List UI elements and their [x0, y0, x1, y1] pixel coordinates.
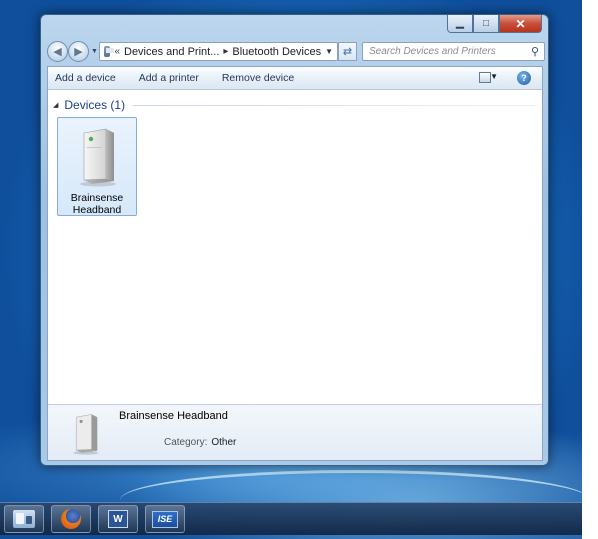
minimize-icon: ▁: [456, 18, 464, 29]
remove-device-button[interactable]: Remove device: [222, 72, 294, 84]
firefox-icon: [61, 509, 81, 529]
add-device-button[interactable]: Add a device: [55, 72, 116, 84]
breadcrumb-devices-and-printers[interactable]: Devices and Print...: [124, 46, 219, 58]
taskbar-devices-and-printers[interactable]: [4, 505, 44, 533]
device-name-line2: Headband: [72, 204, 122, 216]
forward-arrow-icon: ▶: [74, 46, 83, 58]
group-title: Devices (1): [64, 98, 126, 112]
category-label: Category:: [164, 437, 208, 448]
ise-icon: ISE: [152, 510, 178, 528]
refresh-icon: ⇄: [342, 46, 353, 58]
search-input[interactable]: [369, 46, 519, 57]
address-dropdown-icon[interactable]: ▼: [325, 47, 333, 56]
word-icon: W: [108, 510, 128, 528]
taskbar: W ISE: [0, 502, 582, 535]
breadcrumb-bluetooth-devices[interactable]: Bluetooth Devices: [232, 46, 321, 58]
device-label: Brainsense Headband: [58, 192, 136, 216]
taskbar-ise[interactable]: ISE: [145, 505, 185, 533]
help-icon[interactable]: ?: [517, 71, 531, 85]
taskbar-word[interactable]: W: [98, 505, 138, 533]
command-bar: Add a device Add a printer Remove device…: [48, 67, 542, 90]
devices-group-header[interactable]: ◢ Devices (1): [53, 98, 538, 112]
device-name-line1: Brainsense: [70, 192, 124, 204]
forward-button[interactable]: ▶: [68, 41, 89, 62]
address-overflow-icon[interactable]: «: [114, 46, 120, 57]
back-button[interactable]: ◀: [47, 41, 68, 62]
collapse-arrow-icon[interactable]: ◢: [53, 101, 58, 109]
generic-device-icon: [80, 128, 116, 187]
content-area: Add a device Add a printer Remove device…: [47, 66, 543, 461]
search-box[interactable]: ⚲: [362, 42, 545, 61]
taskbar-firefox[interactable]: [51, 505, 91, 533]
selected-device-icon: [73, 414, 99, 455]
maximize-button[interactable]: □: [473, 15, 499, 33]
details-category: Category: Other: [164, 437, 236, 448]
recent-pages-dropdown-icon[interactable]: ▼: [91, 48, 98, 55]
explorer-window: ▁ □ ✕ ◀ ▶ ▼ « Devices and Print... ▸ Blu…: [40, 14, 549, 466]
add-printer-button[interactable]: Add a printer: [139, 72, 199, 84]
devices-folder-icon: [104, 46, 115, 57]
details-pane: Brainsense Headband Category: Other: [48, 404, 542, 460]
close-button[interactable]: ✕: [499, 15, 542, 33]
back-arrow-icon: ◀: [53, 46, 62, 58]
close-icon: ✕: [515, 16, 526, 31]
search-icon[interactable]: ⚲: [531, 45, 539, 58]
breadcrumb-separator-icon[interactable]: ▸: [223, 46, 228, 57]
caption-buttons: ▁ □ ✕: [447, 15, 542, 33]
maximize-icon: □: [482, 18, 490, 29]
details-device-name: Brainsense Headband: [119, 410, 228, 422]
minimize-button[interactable]: ▁: [447, 15, 473, 33]
refresh-button[interactable]: ⇄: [338, 42, 357, 61]
view-options-dropdown-icon[interactable]: ▼: [490, 72, 498, 81]
devices-and-printers-icon: [13, 510, 35, 528]
device-item[interactable]: Brainsense Headband: [57, 117, 137, 216]
group-divider: [133, 104, 538, 106]
category-value: Other: [211, 437, 237, 448]
address-bar[interactable]: « Devices and Print... ▸ Bluetooth Devic…: [99, 42, 338, 61]
